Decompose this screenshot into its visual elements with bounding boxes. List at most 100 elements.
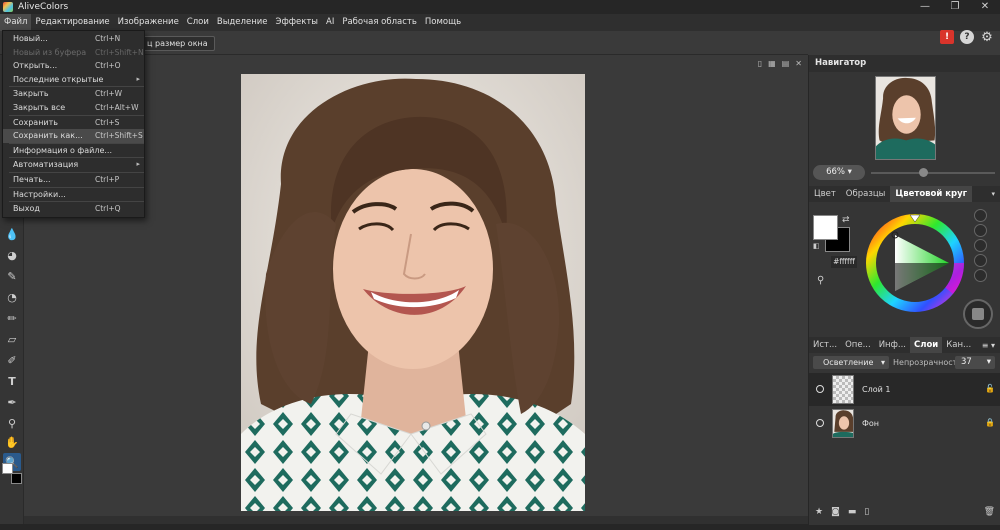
eraser-tool-icon[interactable]: ▱ [3,330,21,348]
tile-view-icon[interactable]: ▤ [782,59,790,68]
tab-channels[interactable]: Кан... [942,337,975,353]
app-window: AliveColors — ❐ ✕ Файл Редактирование Из… [0,0,1000,530]
zoom-level-field[interactable]: 66% ▾ [813,165,865,180]
file-menu-item[interactable]: Новый... Ctrl+N [3,32,144,46]
lock-icon[interactable]: 🔒 [985,418,995,427]
title-bar: AliveColors — ❐ ✕ [0,0,1000,14]
panel-menu-icon[interactable]: ▾ [991,190,1000,198]
file-menu-item[interactable]: Закрыть Ctrl+W [3,87,144,101]
smudge-tool-icon[interactable]: ◕ [3,246,21,264]
color-wheel[interactable] [865,213,965,313]
file-menu-item-shortcut: Ctrl+Shift+N [95,47,144,57]
tab-operations[interactable]: Опе... [841,337,875,353]
color-preview-circle[interactable] [963,299,993,329]
blend-mode-select[interactable]: Осветление ▾ [813,356,889,369]
menu-layers[interactable]: Слои [183,14,213,31]
tab-swatches[interactable]: Образцы [841,186,891,202]
minimize-button[interactable]: — [910,0,940,14]
file-menu-item[interactable]: Сохранить Ctrl+S [3,116,144,130]
layers-menu-icon[interactable]: ≡ ▾ [982,341,1000,350]
brush-tool-icon[interactable]: ✎ [3,267,21,285]
navigator-thumbnail[interactable] [875,76,936,160]
image-canvas[interactable] [241,74,585,511]
new-layer-icon[interactable]: ▯ [864,507,869,517]
text-tool-icon[interactable]: T [3,372,21,390]
alert-icon[interactable]: ! [940,30,954,44]
gear-icon[interactable]: ⚙ [980,30,994,45]
menu-file[interactable]: Файл [0,14,32,31]
pen-tool-icon[interactable]: ✒ [3,393,21,411]
trash-icon[interactable]: 🗑 [984,507,1000,517]
hand-tool-icon[interactable]: ✋ [3,433,21,451]
folder-icon[interactable]: ▬ [848,507,857,517]
file-menu-item-shortcut: Ctrl+S [95,117,120,127]
navigator-preview-image [876,77,935,159]
menu-edit[interactable]: Редактирование [31,14,113,31]
chevron-down-icon: ▾ [880,358,885,367]
file-menu-item[interactable]: Закрыть все Ctrl+Alt+W [3,101,144,115]
wheel-mode-4-icon[interactable] [973,254,987,267]
layer-row[interactable]: Слой 1 🔓 [809,373,1000,406]
file-menu-item[interactable]: Автоматизация ▸ [3,158,144,172]
eyedropper-icon[interactable]: ⚲ [817,275,824,286]
file-menu-item-shortcut: Ctrl+N [95,34,121,43]
tab-history[interactable]: Ист... [809,337,841,353]
file-menu-item[interactable]: Настройки... [3,188,144,202]
menu-image[interactable]: Изображение [114,14,183,31]
visibility-eye-icon[interactable] [816,419,824,427]
file-menu-dropdown: Новый... Ctrl+N Новый из буфера Ctrl+Shift+… [2,30,145,218]
file-menu-item[interactable]: Информация о файле... [3,144,144,158]
wheel-mode-2-icon[interactable] [973,224,987,237]
wheel-mode-5-icon[interactable] [973,269,987,282]
file-menu-item[interactable]: Сохранить как... Ctrl+Shift+S [3,129,144,143]
close-button[interactable]: ✕ [970,0,1000,14]
menu-workspace[interactable]: Рабочая область [338,14,421,31]
eyedropper-tool-icon[interactable]: ⚲ [3,414,21,432]
file-menu-item-label: Выход [13,204,40,214]
maximize-button[interactable]: ❐ [940,0,970,14]
tab-color-wheel[interactable]: Цветовой круг [890,186,973,202]
wheel-mode-3-icon[interactable] [973,239,987,252]
pencil-tool-icon[interactable]: ✏ [3,309,21,327]
layer-thumbnail [832,375,854,404]
visibility-eye-icon[interactable] [816,385,824,393]
document-view-icons: ▯ ▦ ▤ ✕ [758,59,802,68]
menu-select[interactable]: Выделение [213,14,272,31]
opacity-field[interactable]: 37 ▾ [955,356,995,369]
wave-tool-icon[interactable]: ◔ [3,288,21,306]
tab-info[interactable]: Инф... [875,337,910,353]
wheel-mode-1-icon[interactable] [973,209,987,222]
help-icon[interactable]: ? [960,30,974,44]
water-drop-tool-icon[interactable]: 💧 [3,225,21,243]
menu-ai[interactable]: AI [322,14,338,31]
layer-name: Слой 1 [862,385,891,394]
mask-icon[interactable]: ◙ [831,507,840,517]
layer-row[interactable]: Фон 🔒 [809,407,1000,440]
tab-color[interactable]: Цвет [809,186,841,202]
zoom-slider-handle[interactable] [919,168,929,177]
document-icon[interactable]: ▯ [758,59,762,68]
file-menu-item[interactable]: Последние открытые ▸ [3,73,144,87]
menu-effects[interactable]: Эффекты [272,14,323,31]
grid-view-icon[interactable]: ▦ [768,59,776,68]
file-menu-item[interactable]: Открыть... Ctrl+O [3,59,144,73]
swap-colors-icon[interactable]: ⇄ [842,215,850,225]
marker-tool-icon[interactable]: ✐ [3,351,21,369]
menu-help[interactable]: Помощь [421,14,465,31]
app-logo-icon [3,2,13,12]
zoom-slider[interactable] [871,172,995,174]
lock-icon[interactable]: 🔓 [985,384,995,393]
hex-color-field[interactable]: #ffffff [831,256,857,268]
file-menu-item[interactable]: Печать... Ctrl+P [3,173,144,187]
fit-window-button[interactable]: ц размер окна [140,36,215,51]
layer-thumbnail [832,409,854,438]
file-menu-item[interactable]: Выход Ctrl+Q [3,202,144,216]
foreground-color-chip[interactable] [813,215,838,240]
tab-layers[interactable]: Слои [909,337,943,353]
horizontal-scrollbar[interactable] [24,516,808,524]
close-document-icon[interactable]: ✕ [795,59,802,68]
file-menu-item-label: Закрыть все [13,102,66,112]
background-color-swatch[interactable] [11,473,22,484]
reset-colors-icon[interactable]: ◧ [813,242,820,250]
effects-star-icon[interactable]: ★ [815,507,823,517]
